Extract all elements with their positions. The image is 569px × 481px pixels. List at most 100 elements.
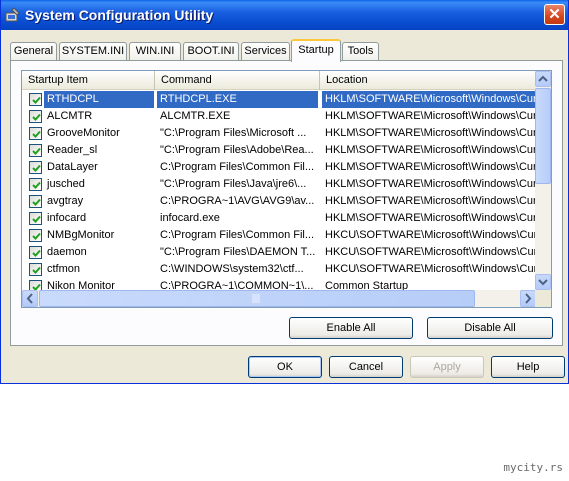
startup-checkbox[interactable] xyxy=(29,195,42,208)
startup-item-command: "C:\Program Files\DAEMON T... xyxy=(160,246,316,258)
chevron-right-icon xyxy=(525,293,532,304)
startup-checkbox[interactable] xyxy=(29,246,42,259)
startup-checkbox[interactable] xyxy=(29,229,42,242)
startup-item-name: ctfmon xyxy=(47,263,81,275)
startup-item-location: HKCU\SOFTWARE\Microsoft\Windows\Curre xyxy=(325,246,536,258)
column-startup-item[interactable]: Startup Item xyxy=(22,71,155,90)
startup-checkbox[interactable] xyxy=(29,161,42,174)
startup-item-command: ALCMTR.EXE xyxy=(160,110,231,122)
list-item[interactable]: jusched "C:\Program Files\Java\jre6\... HK… xyxy=(22,176,536,193)
scroll-right-button[interactable] xyxy=(520,290,536,307)
startup-item-command: C:\WINDOWS\system32\ctf... xyxy=(160,263,304,275)
vertical-scroll-thumb[interactable] xyxy=(535,88,551,184)
disable-all-button[interactable]: Disable All xyxy=(427,317,553,339)
tab-boot-ini[interactable]: BOOT.INI xyxy=(183,42,239,61)
list-item[interactable]: NMBgMonitor C:\Program Files\Common Fil..… xyxy=(22,227,536,244)
startup-item-location: HKLM\SOFTWARE\Microsoft\Windows\Curre xyxy=(325,110,536,122)
checkmark-icon xyxy=(32,113,41,121)
startup-checkbox[interactable] xyxy=(29,127,42,140)
startup-item-command: infocard.exe xyxy=(160,212,220,224)
grip-icon xyxy=(252,294,260,303)
startup-item-name: daemon xyxy=(47,246,87,258)
checkmark-icon xyxy=(32,215,41,223)
list-item[interactable]: infocard infocard.exe HKLM\SOFTWARE\Micros… xyxy=(22,210,536,227)
vertical-scrollbar[interactable] xyxy=(535,71,551,290)
title-bar[interactable]: System Configuration Utility ✕ xyxy=(1,0,568,30)
list-header: Startup Item Command Location xyxy=(22,71,536,90)
startup-item-location: HKLM\SOFTWARE\Microsoft\Windows\Curre xyxy=(325,127,536,139)
startup-item-command: "C:\Program Files\Java\jre6\... xyxy=(160,178,307,190)
list-item[interactable]: RTHDCPL RTHDCPL.EXE HKLM\SOFTWARE\Microsof… xyxy=(22,91,536,108)
checkmark-icon xyxy=(32,249,41,257)
startup-checkbox[interactable] xyxy=(29,93,42,106)
list-item[interactable]: ctfmon C:\WINDOWS\system32\ctf... HKCU\SOF… xyxy=(22,261,536,278)
tab-general[interactable]: General xyxy=(10,42,57,61)
column-location[interactable]: Location xyxy=(320,71,536,90)
startup-item-location: HKCU\SOFTWARE\Microsoft\Windows\Curre xyxy=(325,229,536,241)
startup-item-name: DataLayer xyxy=(47,161,98,173)
startup-checkbox[interactable] xyxy=(29,263,42,276)
startup-item-name: NMBgMonitor xyxy=(47,229,115,241)
startup-item-name: GrooveMonitor xyxy=(47,127,120,139)
horizontal-scroll-thumb[interactable] xyxy=(39,290,475,307)
startup-item-command: RTHDCPL.EXE xyxy=(157,91,318,108)
scroll-down-button[interactable] xyxy=(535,274,551,290)
tab-services[interactable]: Services xyxy=(241,42,290,61)
startup-item-name: RTHDCPL xyxy=(44,91,154,108)
startup-item-location: HKLM\SOFTWARE\Microsoft\Windows\Curre xyxy=(325,144,536,156)
startup-item-location: HKLM\SOFTWARE\Microsoft\Windows\Curre xyxy=(322,91,536,108)
tab-win-ini[interactable]: WIN.INI xyxy=(129,42,181,61)
startup-item-location: HKLM\SOFTWARE\Microsoft\Windows\Curre xyxy=(325,178,536,190)
cancel-button[interactable]: Cancel xyxy=(329,356,403,378)
checkmark-icon xyxy=(32,164,41,172)
startup-item-command: "C:\Program Files\Adobe\Rea... xyxy=(160,144,314,156)
startup-checkbox[interactable] xyxy=(29,178,42,191)
checkmark-icon xyxy=(32,198,41,206)
startup-item-name: Reader_sl xyxy=(47,144,98,156)
checkmark-icon xyxy=(32,147,41,155)
startup-item-name: avgtray xyxy=(47,195,84,207)
startup-item-command: C:\Program Files\Common Fil... xyxy=(160,229,315,241)
list-item[interactable]: Reader_sl "C:\Program Files\Adobe\Rea... H… xyxy=(22,142,536,159)
scroll-up-button[interactable] xyxy=(535,71,551,87)
scroll-left-button[interactable] xyxy=(22,290,38,307)
tab-system-ini[interactable]: SYSTEM.INI xyxy=(59,42,127,61)
startup-checkbox[interactable] xyxy=(29,144,42,157)
list-item[interactable]: avgtray C:\PROGRA~1\AVG\AVG9\av... HKLM\SO… xyxy=(22,193,536,210)
list-item[interactable]: ALCMTR ALCMTR.EXE HKLM\SOFTWARE\Microsoft\… xyxy=(22,108,536,125)
startup-item-name: ALCMTR xyxy=(47,110,93,122)
chevron-up-icon xyxy=(538,75,548,82)
list-item[interactable]: GrooveMonitor "C:\Program Files\Microsoft… xyxy=(22,125,536,142)
close-icon: ✕ xyxy=(548,6,561,23)
startup-checkbox[interactable] xyxy=(29,212,42,225)
checkmark-icon xyxy=(32,181,41,189)
msconfig-icon xyxy=(5,7,21,23)
close-button[interactable]: ✕ xyxy=(544,4,565,25)
startup-item-name: jusched xyxy=(47,178,85,190)
startup-item-location: HKCU\SOFTWARE\Microsoft\Windows\Curre xyxy=(325,263,536,275)
startup-item-command: C:\PROGRA~1\AVG\AVG9\av... xyxy=(160,195,315,207)
checkmark-icon xyxy=(32,232,41,240)
horizontal-scrollbar[interactable] xyxy=(22,290,536,307)
startup-checkbox[interactable] xyxy=(29,110,42,123)
enable-all-button[interactable]: Enable All xyxy=(289,317,413,339)
startup-item-location: HKLM\SOFTWARE\Microsoft\Windows\Curre xyxy=(325,212,536,224)
checkmark-icon xyxy=(32,266,41,274)
column-command[interactable]: Command xyxy=(155,71,320,90)
help-button[interactable]: Help xyxy=(491,356,565,378)
window-title: System Configuration Utility xyxy=(25,7,214,23)
startup-item-location: HKLM\SOFTWARE\Microsoft\Windows\Curre xyxy=(325,161,536,173)
chevron-down-icon xyxy=(538,279,548,286)
list-item[interactable]: daemon "C:\Program Files\DAEMON T... HKCU\… xyxy=(22,244,536,261)
tab-startup[interactable]: Startup xyxy=(291,39,341,62)
apply-button[interactable]: Apply xyxy=(410,356,484,378)
startup-item-location: HKLM\SOFTWARE\Microsoft\Windows\Curre xyxy=(325,195,536,207)
msconfig-window: System Configuration Utility ✕ General S… xyxy=(0,0,569,384)
startup-item-command: C:\Program Files\Common Fil... xyxy=(160,161,315,173)
ok-button[interactable]: OK xyxy=(248,356,322,378)
scrollbar-corner xyxy=(535,290,551,307)
startup-list[interactable]: Startup Item Command Location RTHDCPL RTH… xyxy=(21,70,552,308)
list-item[interactable]: DataLayer C:\Program Files\Common Fil... H… xyxy=(22,159,536,176)
tab-tools[interactable]: Tools xyxy=(342,42,379,61)
checkmark-icon xyxy=(32,96,41,104)
